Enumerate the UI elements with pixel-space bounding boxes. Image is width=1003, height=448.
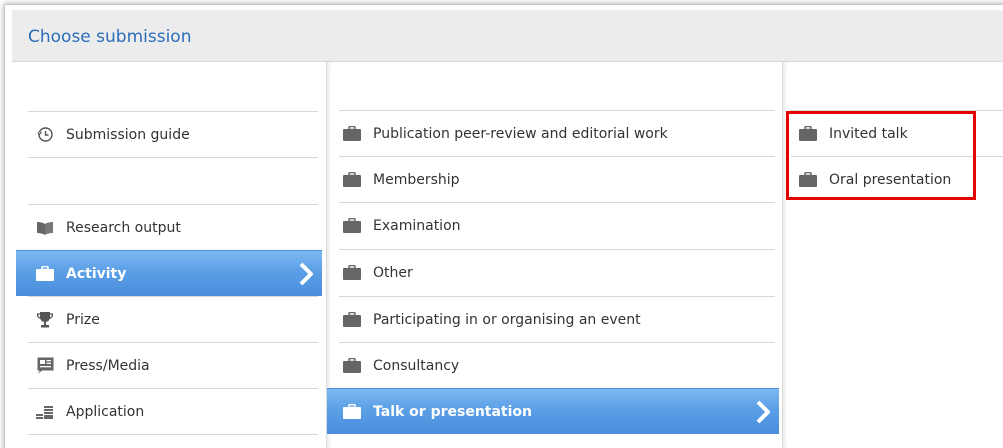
briefcase-icon (343, 311, 361, 329)
menu-item-participating-event[interactable]: Participating in or organising an event (339, 296, 775, 342)
briefcase-icon (343, 357, 361, 375)
category-column: Submission guide Research output Activit… (16, 62, 322, 448)
coins-icon (36, 403, 54, 421)
menu-item-application[interactable]: Application (28, 388, 318, 434)
divider (28, 157, 318, 158)
menu-item-examination[interactable]: Examination (339, 202, 775, 248)
menu-item-talk-or-presentation[interactable]: Talk or presentation (327, 388, 779, 434)
menu-item-label: Consultancy (373, 357, 460, 374)
divider (28, 434, 318, 435)
briefcase-icon (343, 264, 361, 282)
briefcase-icon (343, 217, 361, 235)
briefcase-icon (343, 403, 361, 421)
book-icon (36, 219, 54, 237)
menu-item-consultancy[interactable]: Consultancy (339, 342, 775, 388)
menu-item-membership[interactable]: Membership (339, 156, 775, 202)
briefcase-icon (343, 125, 361, 143)
news-icon (36, 357, 54, 375)
menu-item-label: Press/Media (66, 357, 150, 374)
menu-item-label: Research output (66, 219, 181, 236)
menu-item-publication-peer-review[interactable]: Publication peer-review and editorial wo… (339, 110, 775, 156)
menu-item-label: Participating in or organising an event (373, 311, 641, 328)
menu-item-label: Other (373, 264, 413, 281)
menu-item-activity[interactable]: Activity (16, 250, 322, 296)
menu-item-label: Examination (373, 217, 461, 234)
briefcase-icon (343, 171, 361, 189)
menu-item-press-media[interactable]: Press/Media (28, 342, 318, 388)
clock-history-icon (36, 126, 54, 144)
menu-item-research-output[interactable]: Research output (28, 204, 318, 250)
chevron-right-icon (296, 262, 316, 286)
highlight-box (786, 111, 976, 200)
briefcase-icon (36, 265, 54, 283)
menu-item-other[interactable]: Other (339, 249, 775, 295)
menu-item-prize[interactable]: Prize (28, 296, 318, 342)
menu-item-label: Application (66, 403, 145, 420)
dialog-header: Choose submission (12, 10, 1003, 62)
menu-item-label: Talk or presentation (373, 403, 533, 420)
menu-item-label: Submission guide (66, 126, 190, 143)
menu-item-submission-guide[interactable]: Submission guide (28, 111, 318, 157)
trophy-icon (36, 311, 54, 329)
activity-type-column: Publication peer-review and editorial wo… (326, 62, 779, 448)
menu-item-label: Membership (373, 171, 460, 188)
chevron-right-icon (753, 400, 773, 424)
dialog-title: Choose submission (28, 27, 192, 47)
menu-item-label: Activity (66, 265, 127, 282)
menu-item-label: Publication peer-review and editorial wo… (373, 125, 668, 142)
menu-item-label: Prize (66, 311, 100, 328)
